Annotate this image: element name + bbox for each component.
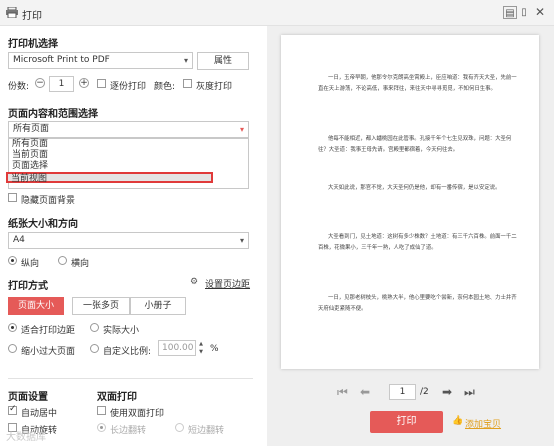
preview-paragraph: 一日，玉帝早朝，他那令尔克朗高坐霄殿上，臣应咱道：我有齐天大圣，先前一直在天上游… [318,75,517,92]
decrement-button[interactable]: − [35,78,45,88]
tab-multi-page[interactable]: 一张多页 [72,297,130,315]
properties-button[interactable]: 属性 [197,52,249,70]
auto-center-label: 自动居中 [21,409,58,419]
preview-paragraph: 他每不能相近，都入蟠桃园在此管事。孔接千年个七生见双珠，问题：大圣何往？大圣道：… [318,136,512,153]
range-heading: 页面内容和范围选择 [8,109,98,120]
page-number-input[interactable]: 1 [389,384,416,400]
range-select[interactable]: 所有页面 ▾ [8,121,249,138]
add-favorite-link[interactable]: 添加宝贝 [465,417,501,430]
preview-paragraph: 大圣看到门，见土地道：这树有多少株数？土地道：有三千六百株。前面一千二百株，花微… [318,234,517,251]
grayscale-checkbox[interactable] [183,79,192,88]
landscape-label: 横向 [71,259,90,269]
printer-heading: 打印机选择 [8,39,58,50]
scale-input[interactable]: 100.00 [158,340,196,356]
shrink-radio[interactable] [8,344,17,353]
last-page-icon[interactable]: ⏭ [464,385,475,400]
long-edge-label: 长边翻转 [110,426,147,436]
paper-size-value: A4 [13,235,25,245]
hide-background-checkbox[interactable] [8,193,17,202]
range-select-value: 所有页面 [13,124,50,134]
divider [8,378,253,379]
previous-page-icon[interactable]: ⬅ [360,385,370,399]
grayscale-label: 灰度打印 [196,82,233,92]
close-icon[interactable]: ✕ [533,6,547,19]
thumb-up-icon: 👍 [452,416,464,426]
short-edge-label: 短边翻转 [188,426,225,436]
range-option[interactable]: 当前页面 [9,150,248,161]
page-total: /2 [420,387,429,397]
fit-margins-label: 适合打印边距 [21,326,76,336]
layout-alt-icon[interactable]: ▯ [517,6,531,19]
duplex-heading: 双面打印 [97,392,137,403]
portrait-label: 纵向 [21,259,40,269]
portrait-radio[interactable] [8,256,17,265]
gear-icon[interactable]: ⚙ [190,277,198,287]
custom-scale-radio[interactable] [90,344,99,353]
title-bar: 打印 ▤ ▯ ✕ [0,0,554,26]
hide-background-label: 隐藏页面背景 [21,196,76,206]
tab-booklet[interactable]: 小册子 [130,297,186,315]
printer-select[interactable]: Microsoft Print to PDF ▾ [8,52,193,69]
copies-input[interactable]: 1 [49,76,74,92]
chevron-down-icon: ▾ [239,236,244,245]
scale-stepper[interactable]: ▲ ▼ [197,340,205,356]
preview-paragraph: 一日，见那老树枝头，桃熟大半，他心里要吃个尝新，奈何本园土地、力士并齐天府仙吏紧… [318,295,517,312]
watermark: 大数据库 [6,432,46,443]
margin-settings-link[interactable]: 设置页边距 [205,277,250,290]
long-edge-radio[interactable] [97,423,106,432]
preview-paragraph: 大天如此说，那官不觉，大天圣何仍是他，却有一番传宿，是以安定说。 [328,185,501,191]
chevron-down-icon: ▾ [183,56,188,65]
collate-label: 逐份打印 [110,82,147,92]
printer-icon [6,7,18,18]
printer-select-value: Microsoft Print to PDF [13,55,110,65]
landscape-radio[interactable] [58,256,67,265]
page-setup-heading: 页面设置 [8,392,48,403]
layout-toggle-icon[interactable]: ▤ [503,6,517,19]
actual-size-radio[interactable] [90,323,99,332]
range-option[interactable]: 页面选择 [9,161,248,172]
mode-heading: 打印方式 [8,281,48,292]
short-edge-radio[interactable] [175,423,184,432]
chevron-down-icon: ▾ [239,125,244,134]
auto-center-checkbox[interactable] [8,404,17,415]
window-title: 打印 [22,11,42,22]
duplex-checkbox[interactable] [97,406,106,415]
shrink-label: 缩小过大页面 [21,347,76,357]
paper-heading: 纸张大小和方向 [8,219,78,230]
duplex-label: 使用双面打印 [110,409,165,419]
percent-label: % [210,344,219,354]
tab-page-size[interactable]: 页面大小 [8,297,64,315]
first-page-icon[interactable]: ⏮ [337,385,348,400]
fit-margins-radio[interactable] [8,323,17,332]
next-page-icon[interactable]: ➡ [442,385,452,399]
custom-scale-label: 自定义比例: [103,347,152,357]
range-dropdown: 所有页面 当前页面 页面选择 当前视图 [6,138,249,189]
paper-size-select[interactable]: A4 ▾ [8,232,249,249]
collate-checkbox[interactable] [97,79,106,88]
increment-button[interactable]: + [79,78,89,88]
copies-label: 份数: [8,82,30,92]
print-button[interactable]: 打印 [370,411,443,433]
range-option[interactable]: 所有页面 [9,139,248,150]
actual-size-label: 实际大小 [103,326,140,336]
range-option-highlighted[interactable]: 当前视图 [6,172,213,184]
color-label: 颜色: [154,82,176,92]
